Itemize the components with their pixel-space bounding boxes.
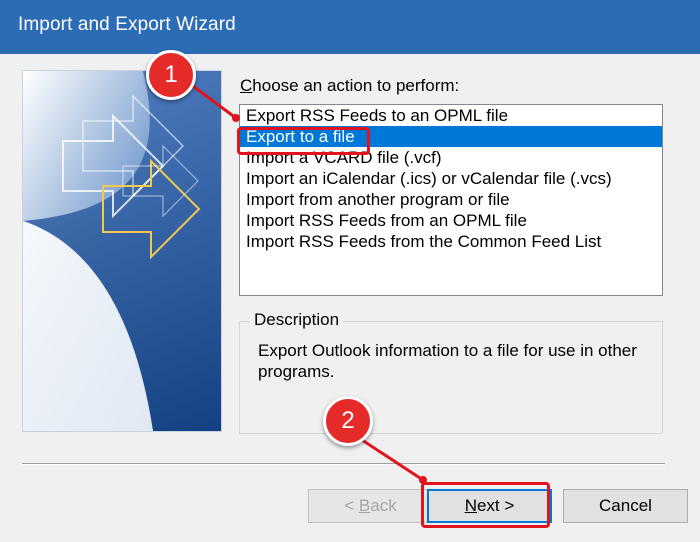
annotation-overlay — [181, 76, 427, 484]
callout-dot-1 — [232, 114, 240, 122]
step-1-badge: 1 — [146, 50, 196, 100]
highlight-next-button — [421, 482, 550, 528]
callout-line-2 — [361, 438, 424, 482]
step-2-badge: 2 — [323, 396, 373, 446]
highlight-export-to-file — [237, 127, 370, 155]
